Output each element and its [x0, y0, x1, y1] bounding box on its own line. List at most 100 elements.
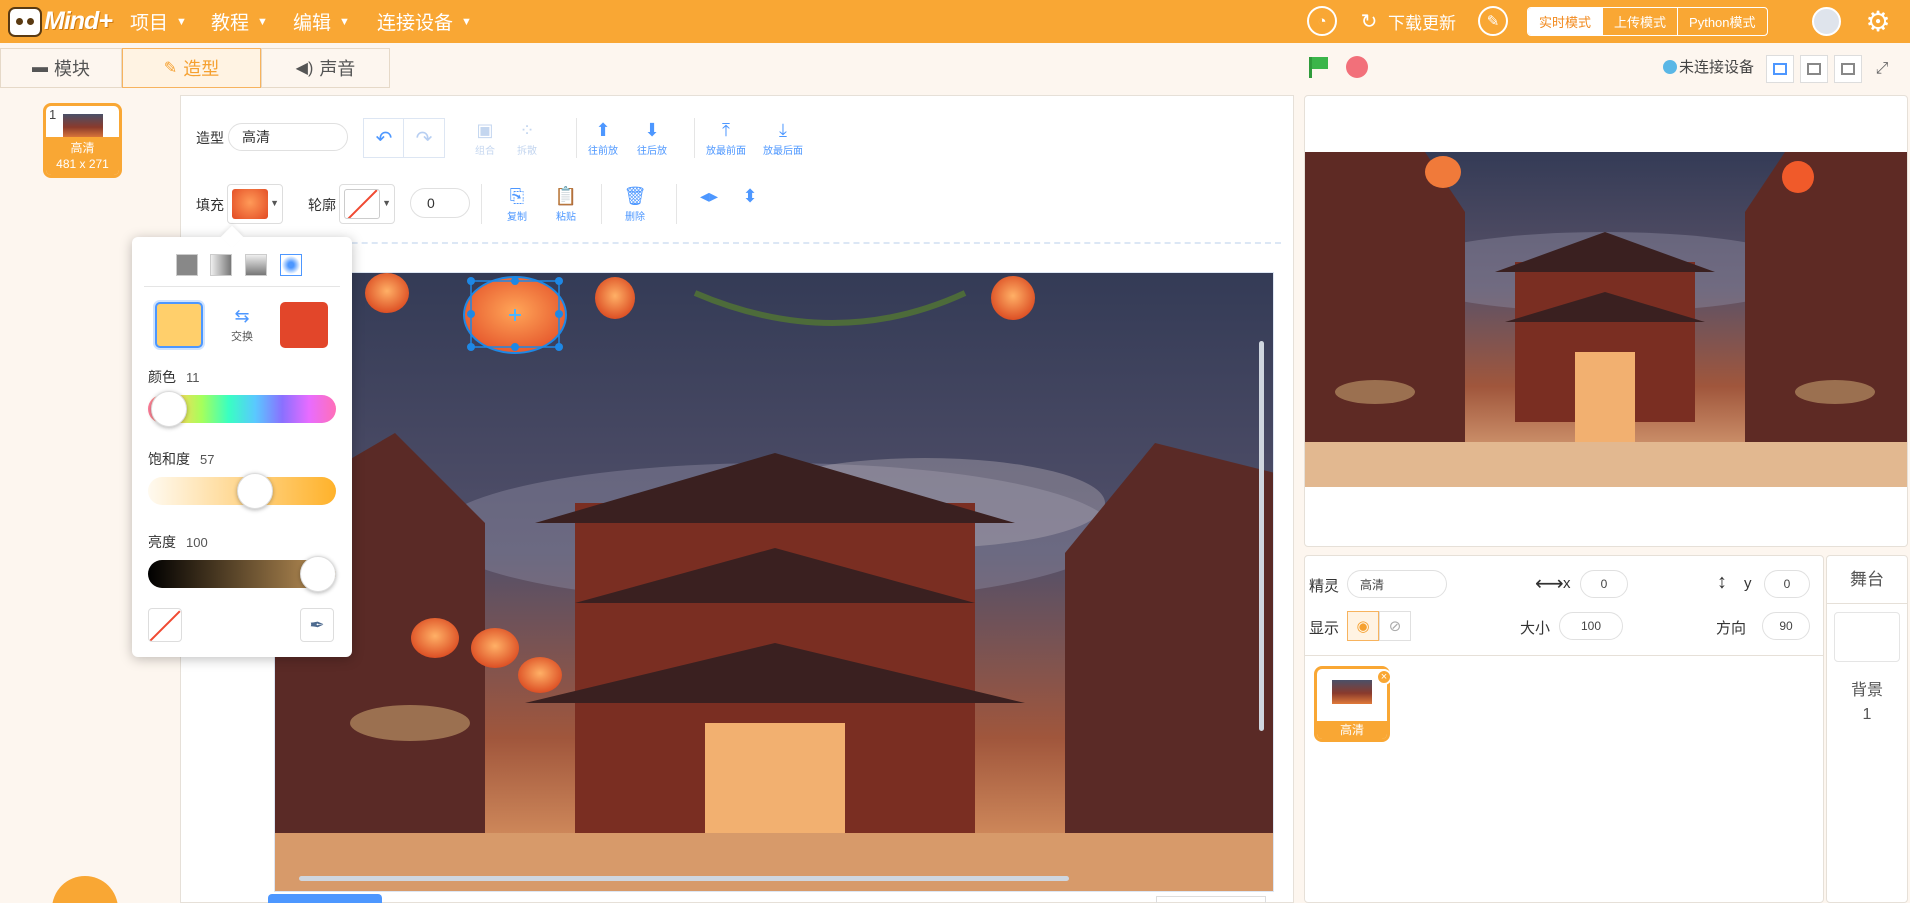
horizontal-arrows-icon: ⟷ [1535, 573, 1564, 595]
solid-fill-button[interactable] [176, 254, 198, 276]
y-input[interactable]: 0 [1764, 570, 1810, 598]
undo-button[interactable]: ↶ [363, 118, 405, 158]
tab-sounds[interactable]: ◀) 声音 [261, 48, 390, 88]
hue-slider-handle[interactable] [150, 391, 187, 427]
stage-selector[interactable]: 舞台 背景 1 [1826, 555, 1908, 903]
outline-color-dropdown[interactable]: ▼ [339, 184, 395, 224]
group-button[interactable]: ▣ 组合 [464, 118, 506, 157]
ungroup-label: 拆散 [517, 146, 537, 157]
costume-name-input[interactable]: 高清 [228, 123, 348, 151]
tab-blocks[interactable]: ▬ 模块 [0, 48, 122, 88]
refresh-icon[interactable]: ↻ [1354, 6, 1384, 36]
layout-normal-icon [1807, 63, 1821, 75]
brightness-slider[interactable] [148, 556, 336, 592]
stage-preview[interactable] [1304, 95, 1908, 547]
flip-horizontal-button[interactable]: ◂▸ [688, 184, 730, 208]
download-update-link[interactable]: 下载更新 [1388, 0, 1456, 43]
layout-large-icon [1841, 63, 1855, 75]
back-label: 放最后面 [763, 146, 803, 157]
outline-width-input[interactable]: 0 [410, 188, 470, 218]
device-status-label: 未连接设备 [1679, 59, 1755, 76]
layout-small-icon [1773, 63, 1787, 75]
green-flag-icon[interactable] [1306, 56, 1328, 78]
forward-button[interactable]: ⬆ 往前放 [582, 118, 624, 157]
tab-blocks-label: 模块 [54, 59, 90, 79]
edit-feedback-icon[interactable]: ✎ [1478, 6, 1508, 36]
y-label: y [1744, 575, 1752, 592]
normal-stage-layout-button[interactable] [1800, 55, 1828, 83]
logo-text: Mind+ [44, 7, 113, 35]
mindplus-logo[interactable]: Mind+ [8, 3, 113, 40]
costume-item[interactable]: 1 高清 481 x 271 [43, 103, 122, 178]
gradient-color-b-swatch[interactable] [280, 302, 328, 348]
swap-colors-button[interactable]: ⇆ 交换 [222, 306, 262, 344]
chevron-down-icon: ▼ [176, 15, 187, 28]
to-front-icon: ⤒ [722, 120, 730, 140]
zoom-controls[interactable] [1156, 896, 1266, 903]
copy-button[interactable]: ⎘ 复制 [496, 184, 538, 223]
send-to-back-button[interactable]: ⤓ 放最后面 [758, 118, 808, 157]
size-input[interactable]: 100 [1559, 612, 1623, 640]
vertical-gradient-button[interactable] [245, 254, 267, 276]
chevron-down-icon: ▼ [270, 198, 279, 208]
gradient-color-a-swatch[interactable] [155, 302, 203, 348]
canvas-horizontal-scrollbar[interactable] [299, 876, 1069, 881]
menu-edit[interactable]: 编辑 ▼ [293, 0, 350, 43]
hue-slider[interactable] [148, 391, 336, 427]
fill-color-dropdown[interactable]: ▼ [227, 184, 283, 224]
fullscreen-icon[interactable]: ⤢ [1868, 55, 1896, 83]
sprite-name-label: 精灵 [1309, 578, 1340, 595]
ungroup-button[interactable]: ⁘ 拆散 [506, 118, 548, 157]
to-back-icon: ⤓ [779, 120, 787, 140]
sprite-name-input[interactable]: 高清 [1347, 570, 1447, 598]
outline-color-swatch [344, 189, 380, 219]
saturation-slider[interactable] [148, 473, 336, 509]
close-icon[interactable]: × [1376, 669, 1392, 685]
show-button[interactable]: ◉ [1347, 611, 1379, 641]
eyedropper-icon[interactable]: ✒ [300, 608, 334, 642]
redo-button[interactable]: ↷ [403, 118, 445, 158]
mode-upload-button[interactable]: 上传模式 [1602, 8, 1677, 35]
tab-costumes[interactable]: ✎ 造型 [122, 48, 261, 88]
no-color-button[interactable] [148, 608, 182, 642]
horizontal-gradient-button[interactable] [210, 254, 232, 276]
dashboard-icon[interactable]: ◔ [1307, 6, 1337, 36]
chevron-down-icon: ▼ [382, 198, 391, 208]
swap-icon: ⇆ [234, 306, 250, 326]
bring-to-front-button[interactable]: ⤒ 放最前面 [701, 118, 751, 157]
gear-icon[interactable]: ⚙ [1862, 5, 1894, 37]
small-stage-layout-button[interactable] [1766, 55, 1794, 83]
copy-icon: ⎘ [509, 186, 525, 206]
brightness-slider-handle[interactable] [300, 556, 336, 592]
backdrop-count: 1 [1862, 706, 1872, 723]
flip-vertical-button[interactable]: ⬍ [729, 184, 771, 208]
divider [481, 184, 482, 224]
saturation-slider-handle[interactable] [237, 473, 274, 509]
mode-python-button[interactable]: Python模式 [1677, 8, 1766, 35]
bitmap-convert-button[interactable] [268, 894, 382, 903]
radial-gradient-button[interactable] [280, 254, 302, 276]
paste-button[interactable]: 📋 粘贴 [545, 184, 587, 223]
large-stage-layout-button[interactable] [1834, 55, 1862, 83]
mode-realtime-button[interactable]: 实时模式 [1528, 8, 1603, 35]
backward-button[interactable]: ⬇ 往后放 [631, 118, 673, 157]
user-avatar[interactable] [1812, 7, 1841, 36]
mode-switch: 实时模式 上传模式 Python模式 [1527, 7, 1768, 36]
canvas-vertical-scrollbar[interactable] [1259, 341, 1264, 731]
hide-button[interactable]: ⊘ [1379, 611, 1411, 641]
arrow-down-icon: ⬇ [644, 120, 660, 140]
menu-connect-device[interactable]: 连接设备 ▼ [377, 0, 472, 43]
direction-input[interactable]: 90 [1762, 612, 1810, 640]
delete-button[interactable]: 🗑 删除 [614, 184, 656, 223]
menu-tutorial-label: 教程 [211, 13, 250, 34]
paste-icon: 📋 [554, 186, 578, 206]
menu-project[interactable]: 项目 ▼ [130, 0, 187, 43]
menu-tutorial[interactable]: 教程 ▼ [211, 0, 268, 43]
stop-icon[interactable] [1346, 56, 1368, 78]
tab-costumes-label: 造型 [183, 59, 220, 79]
stage-header: 舞台 [1827, 556, 1907, 604]
drawing-canvas[interactable] [274, 272, 1274, 892]
x-input[interactable]: 0 [1580, 570, 1628, 598]
saturation-value: 57 [200, 452, 215, 467]
canvas-artwork [275, 273, 1273, 891]
